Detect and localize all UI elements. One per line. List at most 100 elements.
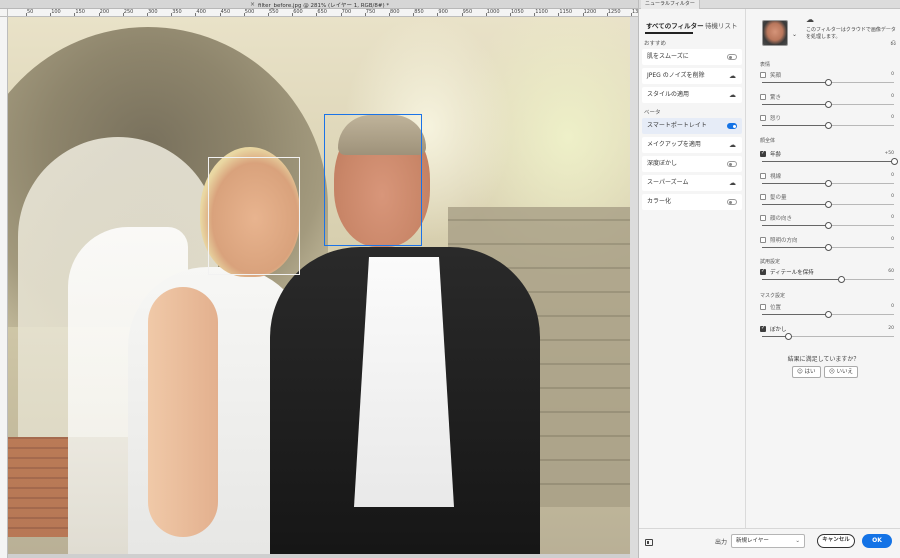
filter-colorize[interactable]: カラー化 xyxy=(642,194,742,210)
vertical-ruler xyxy=(0,17,8,558)
filter-toggle[interactable] xyxy=(727,161,737,167)
filter-label: 肌をスムーズに xyxy=(647,53,689,60)
slider-knob[interactable] xyxy=(824,311,832,318)
ruler-mark-label: 650 xyxy=(317,9,327,15)
slider-track[interactable] xyxy=(762,333,894,340)
slider-checkbox[interactable] xyxy=(760,215,766,221)
ruler-mark-label: 700 xyxy=(341,9,352,15)
face-selection-box-groom[interactable] xyxy=(324,114,422,246)
tab-all-filters[interactable]: すべてのフィルター xyxy=(646,20,704,30)
cloud-download-icon[interactable]: ☁ xyxy=(729,72,736,80)
horizontal-scrollbar[interactable] xyxy=(8,554,630,558)
filter-style-transfer[interactable]: スタイルの適用 ☁ xyxy=(642,87,742,103)
ruler-mark-label: 550 xyxy=(269,9,279,15)
slider-knob[interactable] xyxy=(784,333,792,340)
slider-label: 年齢 xyxy=(770,152,782,158)
ruler-tick xyxy=(50,13,52,16)
ok-button[interactable]: OK xyxy=(862,534,892,548)
slider-fill xyxy=(762,314,828,315)
slider-track[interactable] xyxy=(762,244,894,251)
ruler-tick xyxy=(171,13,173,16)
slider-checkbox[interactable] xyxy=(760,173,766,179)
filter-toggle[interactable] xyxy=(727,123,737,129)
filter-label: JPEG のノイズを削除 xyxy=(647,72,705,79)
slider-track[interactable] xyxy=(762,101,894,108)
filter-skin-smoothing[interactable]: 肌をスムーズに xyxy=(642,49,742,65)
show-preview-toggle-icon[interactable] xyxy=(645,539,653,546)
ruler-tick xyxy=(98,13,100,16)
slider-checkbox[interactable] xyxy=(760,304,766,310)
ruler-mark-label: 300 xyxy=(148,9,158,15)
slider-knob[interactable] xyxy=(824,79,832,86)
reset-parameters-icon[interactable]: ⎌ xyxy=(890,39,896,48)
ruler-mark-label: 400 xyxy=(196,9,206,15)
slider-checkbox[interactable] xyxy=(760,94,766,100)
ruler-tick xyxy=(558,13,560,16)
slider-checkbox[interactable] xyxy=(760,268,766,275)
slider-knob[interactable] xyxy=(824,122,832,129)
slider-fill xyxy=(762,161,894,162)
slider-track[interactable] xyxy=(762,201,894,208)
slider-checkbox[interactable] xyxy=(760,150,766,157)
feedback-no-button[interactable]: ☹ いいえ xyxy=(824,366,858,378)
slider-fill xyxy=(762,225,828,226)
slider-track[interactable] xyxy=(762,158,898,165)
slider-value: 0 xyxy=(891,304,894,309)
slider-knob[interactable] xyxy=(837,276,845,283)
slider-track[interactable] xyxy=(762,276,894,283)
slider-checkbox[interactable] xyxy=(760,194,766,200)
tab-wait-list[interactable]: 待機リスト xyxy=(705,20,738,30)
filter-super-zoom[interactable]: スーパーズーム ☁ xyxy=(642,175,742,191)
filter-smart-portrait[interactable]: スマートポートレイト xyxy=(642,118,742,134)
cancel-button[interactable]: キャンセル xyxy=(817,534,855,548)
slider-value: 0 xyxy=(891,94,894,99)
ruler-tick xyxy=(631,13,632,16)
ruler-tick xyxy=(582,13,584,16)
filter-toggle[interactable] xyxy=(727,54,737,60)
slider-track[interactable] xyxy=(762,79,894,86)
slider-knob[interactable] xyxy=(824,101,832,108)
panel-footer: 出力 新規レイヤー ⌄ キャンセル OK xyxy=(639,528,900,558)
slider-checkbox[interactable] xyxy=(760,115,766,121)
ruler-mark-label: 800 xyxy=(390,9,400,15)
slider-value: 0 xyxy=(891,194,894,199)
slider-fill xyxy=(762,104,828,105)
output-select[interactable]: 新規レイヤー ⌄ xyxy=(731,534,805,548)
slider-checkbox[interactable] xyxy=(760,237,766,243)
close-tab-icon[interactable]: × xyxy=(250,1,255,8)
document-tab[interactable]: × filter_before.jpg @ 281% (レイヤー 1, RGB/… xyxy=(0,0,638,9)
slider-track[interactable] xyxy=(762,122,894,129)
filter-makeup-transfer[interactable]: メイクアップを適用 ☁ xyxy=(642,137,742,153)
slider-value: 0 xyxy=(891,72,894,77)
group-expression-label: 表情 xyxy=(760,62,771,68)
filter-depth-blur[interactable]: 深度ぼかし xyxy=(642,156,742,172)
slider-label: ぼかし xyxy=(770,327,787,333)
face-thumbnail[interactable] xyxy=(762,20,788,46)
slider-checkbox[interactable] xyxy=(760,325,766,332)
slider-track[interactable] xyxy=(762,180,894,187)
panel-tab-neural-filters[interactable]: ニューラルフィルター xyxy=(641,0,700,9)
slider-knob[interactable] xyxy=(824,222,832,229)
vertical-scrollbar[interactable] xyxy=(630,17,638,558)
slider-track[interactable] xyxy=(762,222,894,229)
photoshop-window: × filter_before.jpg @ 281% (レイヤー 1, RGB/… xyxy=(0,0,900,558)
slider-knob[interactable] xyxy=(890,158,898,165)
cloud-download-icon[interactable]: ☁ xyxy=(729,91,736,99)
slider-knob[interactable] xyxy=(824,201,832,208)
filter-jpeg-artifacts-removal[interactable]: JPEG のノイズを削除 ☁ xyxy=(642,68,742,84)
ruler-mark-label: 50 xyxy=(27,9,34,15)
chevron-down-icon[interactable]: ⌄ xyxy=(792,31,797,38)
canvas-image[interactable] xyxy=(8,17,630,554)
face-selection-box-bride[interactable] xyxy=(208,157,300,275)
feedback-yes-label: はい xyxy=(804,369,816,375)
ruler-tick xyxy=(510,13,511,16)
feedback-yes-button[interactable]: ☺ はい xyxy=(792,366,821,378)
filter-toggle[interactable] xyxy=(727,199,737,205)
slider-knob[interactable] xyxy=(824,180,832,187)
cloud-download-icon[interactable]: ☁ xyxy=(729,179,736,187)
cloud-download-icon[interactable]: ☁ xyxy=(729,141,736,149)
slider-track[interactable] xyxy=(762,311,894,318)
slider-checkbox[interactable] xyxy=(760,72,766,78)
slider-knob[interactable] xyxy=(824,244,832,251)
slider-fill xyxy=(762,183,828,184)
